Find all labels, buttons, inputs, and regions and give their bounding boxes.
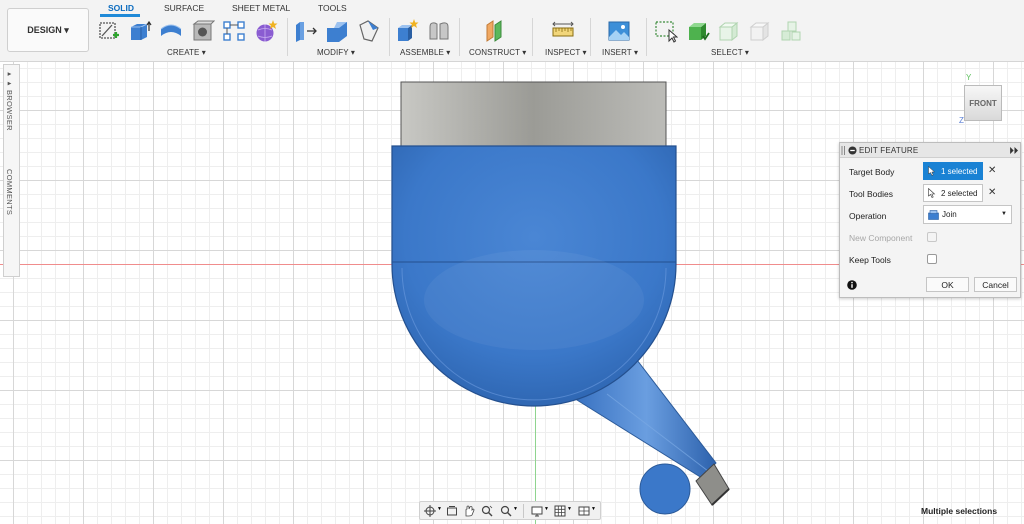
viewcube[interactable]: FRONT — [964, 85, 1002, 121]
new-component-checkbox[interactable] — [927, 232, 937, 242]
clear-target-icon[interactable]: ✕ — [988, 165, 996, 176]
info-icon[interactable] — [847, 280, 857, 290]
operation-value: Join — [942, 210, 957, 219]
nav-divider — [523, 504, 524, 518]
viewports-icon[interactable] — [578, 505, 590, 517]
chevron-down-icon[interactable]: ▼ — [567, 506, 572, 512]
target-body-selector[interactable]: 1 selected — [923, 162, 983, 180]
target-body-value: 1 selected — [941, 166, 978, 176]
zoom-icon[interactable] — [481, 505, 493, 517]
join-icon — [928, 209, 939, 220]
display-settings-icon[interactable] — [531, 505, 543, 517]
cancel-button[interactable]: Cancel — [974, 277, 1017, 292]
collapse-icon[interactable] — [848, 146, 857, 155]
viewcube-z-axis: Z — [959, 116, 964, 125]
keep-tools-label: Keep Tools — [849, 255, 891, 265]
look-at-icon[interactable] — [446, 505, 458, 517]
browser-comments-strip[interactable]: ▸▸ BROWSER COMMENTS — [3, 64, 20, 277]
comments-toggle[interactable]: COMMENTS — [5, 169, 14, 215]
pan-hand-icon[interactable] — [463, 505, 475, 517]
tool-bodies-value: 2 selected — [941, 188, 978, 198]
cursor-icon — [928, 188, 936, 198]
new-component-label: New Component — [849, 233, 913, 243]
operation-dropdown[interactable]: Join ▼ — [923, 205, 1012, 224]
cursor-icon — [928, 166, 936, 176]
browser-toggle[interactable]: ▸▸ BROWSER — [5, 69, 14, 131]
tool-body-sphere[interactable] — [639, 463, 691, 515]
status-text: Multiple selections — [921, 506, 998, 516]
clear-tools-icon[interactable]: ✕ — [988, 187, 996, 198]
tool-bodies-selector[interactable]: 2 selected — [923, 184, 983, 202]
chevron-down-icon[interactable]: ▼ — [513, 506, 518, 512]
fit-icon[interactable] — [500, 505, 512, 517]
edit-feature-panel: EDIT FEATURE Target Body 1 selected ✕ To… — [839, 142, 1021, 298]
panel-header[interactable]: EDIT FEATURE — [840, 143, 1020, 158]
fusion-app: DESIGN ▾ SOLID SURFACE SHEET METAL TOOLS — [0, 0, 1024, 524]
chevron-down-icon[interactable]: ▼ — [544, 506, 549, 512]
navigation-bar: ▼ ▼ ▼ ▼ ▼ — [419, 501, 601, 520]
orbit-icon[interactable] — [424, 505, 436, 517]
tool-bodies-label: Tool Bodies — [849, 189, 893, 199]
chevron-down-icon: ▼ — [1001, 211, 1007, 217]
ok-button[interactable]: OK — [926, 277, 969, 292]
grid-settings-icon[interactable] — [554, 505, 566, 517]
panel-title: EDIT FEATURE — [859, 146, 919, 155]
target-body-cap[interactable] — [400, 81, 667, 147]
operation-label: Operation — [849, 211, 887, 221]
chevron-down-icon[interactable]: ▼ — [437, 506, 442, 512]
expand-panel-icon[interactable] — [1010, 147, 1019, 154]
drag-handle-icon[interactable] — [841, 146, 846, 155]
keep-tools-checkbox[interactable] — [927, 254, 937, 264]
target-body-label: Target Body — [849, 167, 895, 177]
viewcube-y-axis: Y — [966, 73, 972, 82]
chevron-down-icon[interactable]: ▼ — [591, 506, 596, 512]
